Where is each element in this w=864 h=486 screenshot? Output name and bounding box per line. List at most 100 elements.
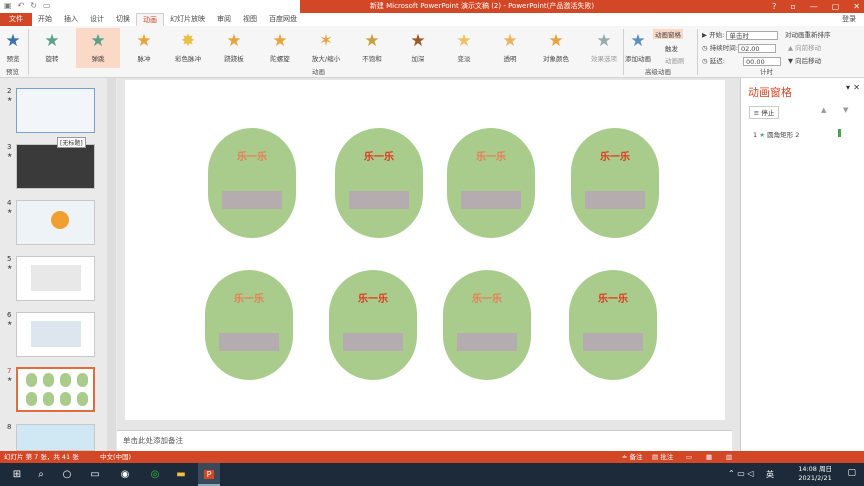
minimize-button[interactable]: — — [810, 0, 818, 13]
slide-thumb-4[interactable] — [16, 200, 95, 245]
sorter-view-icon[interactable]: ▦ — [706, 451, 712, 463]
slide-thumb-8[interactable] — [16, 424, 95, 451]
shape-rectangle[interactable] — [343, 333, 403, 351]
powerpoint-taskbar-icon[interactable]: P — [198, 463, 220, 486]
tab-design[interactable]: 设计 — [84, 13, 110, 26]
notes-pane[interactable]: 单击此处添加备注 — [117, 430, 732, 451]
animation-list-item[interactable]: 1 ★ 圆角矩形 2 — [753, 129, 799, 139]
tab-insert[interactable]: 插入 — [58, 13, 84, 26]
animation-painter-button[interactable]: 动画刷 — [665, 55, 685, 65]
effect-darken[interactable]: ★ 加深 — [396, 28, 440, 68]
rounded-shape[interactable]: 乐一乐 — [208, 128, 296, 238]
rounded-shape[interactable]: 乐一乐 — [447, 128, 535, 238]
tab-baidu-disk[interactable]: 百度网盘 — [263, 13, 303, 26]
slide-thumb-3[interactable] — [16, 144, 95, 189]
effect-object-color[interactable]: ★ 对象颜色 — [534, 28, 578, 68]
slideshow-icon[interactable]: ▭ — [43, 1, 51, 10]
effect-grow-shrink[interactable]: ✶ 放大/缩小 — [304, 28, 348, 68]
search-icon[interactable]: ⌕ — [30, 463, 52, 486]
delay-input[interactable]: 00.00 — [743, 56, 782, 66]
help-icon[interactable]: ? — [772, 0, 776, 13]
normal-view-icon[interactable]: ▭ — [686, 451, 692, 463]
effect-spin[interactable]: ★ 陀螺旋 — [258, 28, 302, 68]
shape-rectangle[interactable] — [585, 191, 645, 209]
close-button[interactable]: ✕ — [853, 0, 860, 13]
slide-thumb-2[interactable] — [16, 88, 95, 133]
trigger-button[interactable]: 触发 — [665, 43, 678, 53]
cortana-icon[interactable]: ○ — [56, 463, 78, 486]
effect-rotate[interactable]: ★ 旋转 — [30, 28, 74, 68]
maximize-button[interactable]: ▢ — [832, 0, 840, 13]
tab-slideshow[interactable]: 幻灯片放映 — [164, 13, 211, 26]
canvas-scrollbar[interactable] — [732, 78, 740, 430]
rounded-shape[interactable]: 乐一乐 — [335, 128, 423, 238]
shape-rectangle[interactable] — [219, 333, 279, 351]
rounded-shape[interactable]: 乐一乐 — [329, 270, 417, 380]
rounded-shape[interactable]: 乐一乐 — [571, 128, 659, 238]
shape-rectangle[interactable] — [349, 191, 409, 209]
rounded-shape[interactable]: 乐一乐 — [443, 270, 531, 380]
effect-color-pulse[interactable]: ✸ 彩色脉冲 — [166, 28, 210, 68]
shape-rectangle[interactable] — [457, 333, 517, 351]
animation-pane-button[interactable]: 动画窗格 — [653, 29, 683, 39]
notes-toggle[interactable]: ≐ 备注 — [622, 451, 643, 463]
tab-home[interactable]: 开始 — [32, 13, 58, 26]
pane-dropdown-icon[interactable]: ▾ — [846, 83, 850, 92]
move-earlier-button[interactable]: ▲ 向前移动 — [788, 42, 821, 52]
tab-file[interactable]: 文件 — [0, 13, 32, 26]
add-animation-button[interactable]: ★ 添加动画 — [624, 28, 652, 68]
move-later-button[interactable]: ▼ 向后移动 — [788, 55, 821, 65]
effect-pulse[interactable]: ★ 脉冲 — [122, 28, 166, 68]
comments-toggle[interactable]: ▤ 批注 — [652, 451, 673, 463]
reading-view-icon[interactable]: ▥ — [726, 451, 732, 463]
shape-rectangle[interactable] — [583, 333, 643, 351]
save-icon[interactable]: ▣ — [4, 1, 12, 10]
tab-review[interactable]: 审阅 — [211, 13, 237, 26]
rounded-shape[interactable]: 乐一乐 — [205, 270, 293, 380]
ime-indicator[interactable]: 英 — [766, 469, 774, 480]
effect-desaturate[interactable]: ★ 不饱和 — [350, 28, 394, 68]
login-link[interactable]: 登录 — [836, 13, 864, 26]
slide-thumb-5[interactable] — [16, 256, 95, 301]
effect-lighten[interactable]: ★ 变淡 — [442, 28, 486, 68]
move-up-icon[interactable]: ▲ — [821, 106, 826, 114]
shape-rectangle[interactable] — [461, 191, 521, 209]
animation-star-icon: ★ — [7, 152, 13, 159]
system-clock[interactable]: 14:08 周日 2021/2/21 — [798, 465, 832, 483]
redo-icon[interactable]: ↻ — [30, 1, 37, 10]
tray-icons[interactable]: ⌃ ▭ ◁ — [728, 469, 754, 478]
move-down-icon[interactable]: ▼ — [843, 106, 848, 114]
tab-animations[interactable]: 动画 — [136, 12, 164, 27]
preview-button[interactable]: ★ 预览 — [0, 28, 26, 68]
task-view-icon[interactable]: ▭ — [84, 463, 106, 486]
shape-label: 乐一乐 — [237, 152, 267, 163]
stop-button[interactable]: ≡ 停止 — [749, 106, 779, 119]
slide-counter: 幻灯片 第 7 张，共 41 张 — [4, 453, 79, 461]
browser-icon[interactable]: ◎ — [144, 463, 166, 486]
shape-label: 乐一乐 — [472, 294, 502, 305]
ribbon-display-icon[interactable]: ▫ — [790, 0, 795, 13]
slide-canvas[interactable]: 乐一乐 乐一乐 乐一乐 乐一乐 乐一乐 乐一乐 乐一乐 乐一乐 — [125, 80, 725, 420]
language-indicator[interactable]: 中文(中国) — [100, 451, 131, 463]
tab-view[interactable]: 视图 — [237, 13, 263, 26]
slide-thumb-7[interactable] — [16, 367, 95, 412]
effect-teeter[interactable]: ★ 跷跷板 — [212, 28, 256, 68]
thumbnail-scrollbar[interactable] — [107, 78, 116, 451]
duration-input[interactable]: 02.00 — [737, 43, 776, 53]
rounded-shape[interactable]: 乐一乐 — [569, 270, 657, 380]
app-icon[interactable]: ◉ — [114, 463, 136, 486]
effect-bounce[interactable]: ★ 弹跳 — [76, 28, 120, 68]
undo-icon[interactable]: ↶ — [18, 1, 25, 10]
effect-transparency[interactable]: ★ 透明 — [488, 28, 532, 68]
notification-icon[interactable]: ▢ — [847, 468, 856, 478]
start-icon[interactable]: ⊞ — [6, 463, 28, 486]
tab-transitions[interactable]: 切换 — [110, 13, 136, 26]
quick-access-toolbar: ▣ ↶ ↻ ▭ — [4, 1, 51, 10]
effect-options-button[interactable]: ★ 效果选项 — [586, 28, 622, 68]
shape-rectangle[interactable] — [222, 191, 282, 209]
ribbon-animations: ★ 预览 预览 ★ 旋转 ★ 弹跳 ★ 脉冲 ✸ 彩色脉冲 ★ 跷跷板 ★ 陀螺旋 ✶ 放大/… — [0, 26, 864, 78]
file-explorer-icon[interactable]: ▬ — [170, 463, 192, 486]
start-select[interactable]: 单击时 — [726, 30, 779, 40]
close-pane-icon[interactable]: ✕ — [853, 83, 860, 92]
slide-thumb-6[interactable] — [16, 312, 95, 357]
